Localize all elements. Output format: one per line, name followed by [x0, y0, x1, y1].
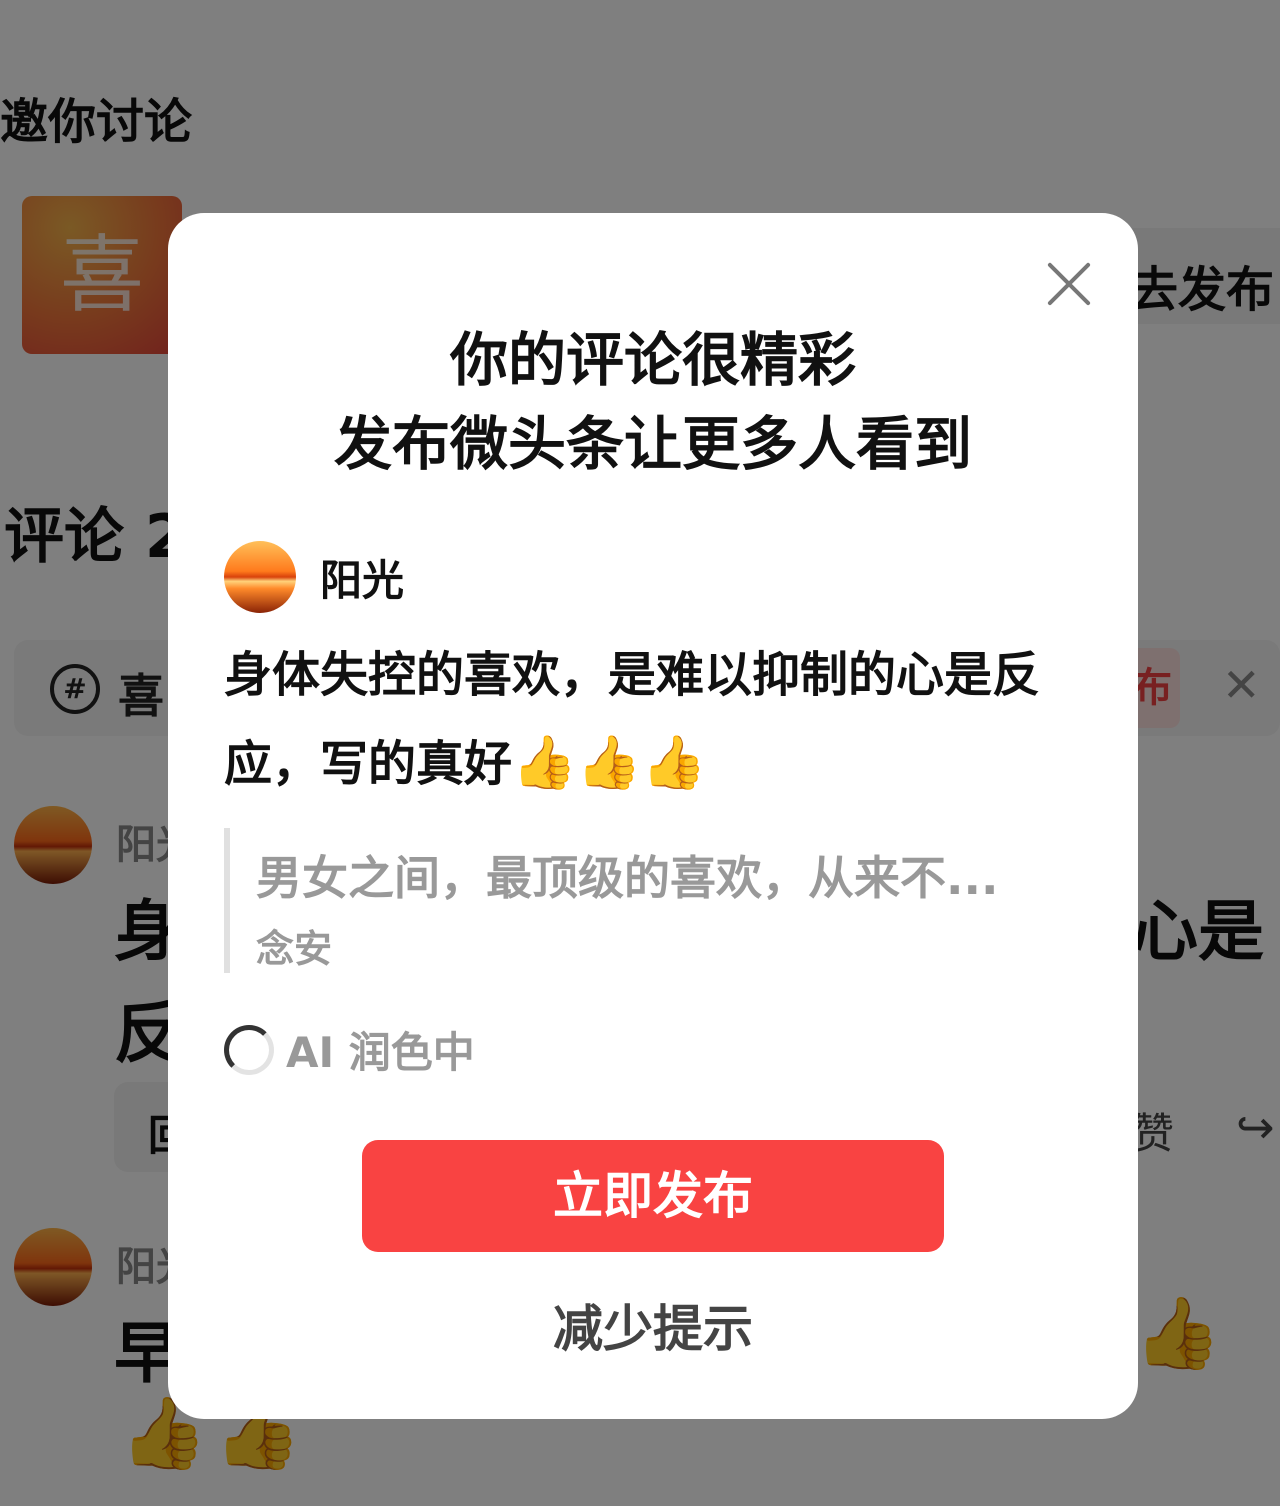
user-name: 阳光	[320, 555, 405, 605]
publish-prompt-dialog: 你的评论很精彩 发布微头条让更多人看到 阳光 身体失控的喜欢，是难以抑制的心是反…	[168, 213, 1138, 1419]
close-icon[interactable]	[1042, 257, 1096, 311]
avatar	[224, 541, 296, 613]
quoted-article[interactable]: 男女之间，最顶级的喜欢，从来不... 念安	[224, 828, 1084, 973]
publish-now-button[interactable]: 立即发布	[362, 1140, 944, 1252]
comment-text: 身体失控的喜欢，是难以抑制的心是反应，写的真好👍👍👍	[224, 631, 1094, 808]
dialog-title: 你的评论很精彩	[449, 326, 856, 394]
thumbs-up-emoji: 👍👍👍	[512, 733, 707, 793]
quote-author: 念安	[256, 927, 333, 971]
ai-polish-status: AI 润色中	[224, 1019, 475, 1080]
ai-status-text: AI 润色中	[286, 1028, 475, 1077]
quote-text: 男女之间，最顶级的喜欢，从来不...	[256, 851, 999, 905]
dialog-subtitle: 发布微头条让更多人看到	[333, 410, 972, 478]
user-row: 阳光	[224, 541, 404, 613]
loading-spinner-icon	[224, 1024, 274, 1075]
reduce-prompts-button[interactable]: 减少提示	[168, 1289, 1138, 1361]
